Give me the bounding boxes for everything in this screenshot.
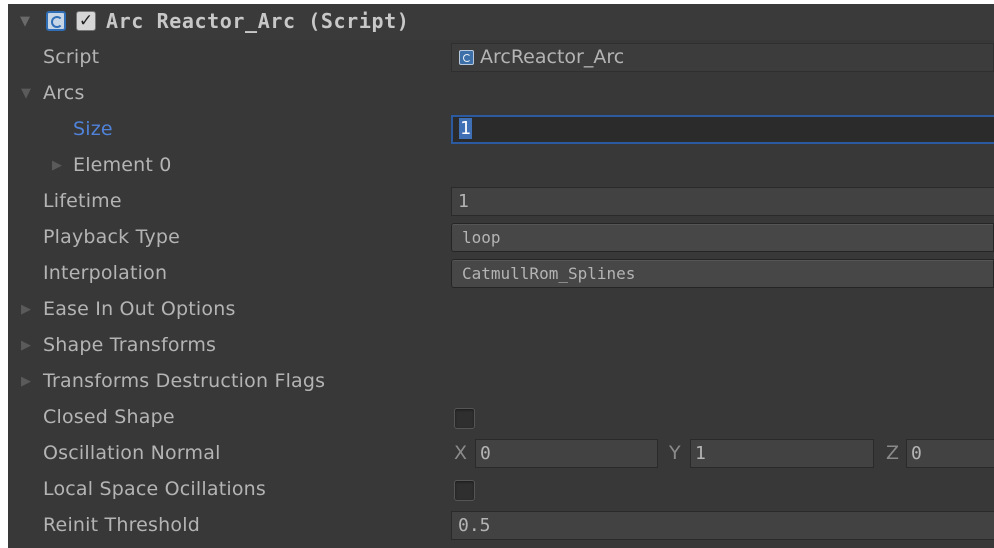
destruction-flags-label[interactable]: Transforms Destruction Flags (43, 370, 325, 392)
shape-transforms-label[interactable]: Shape Transforms (43, 334, 216, 356)
closed-shape-checkbox[interactable] (454, 408, 475, 429)
script-object-field[interactable]: ArcReactor_Arc (451, 43, 994, 72)
arcs-foldout-icon[interactable]: ▼ (21, 85, 35, 103)
row-lifetime: Lifetime 1 (8, 184, 994, 220)
arcs-label[interactable]: Arcs (43, 82, 85, 104)
oscillation-x-input[interactable]: 0 (475, 439, 658, 468)
component-enabled-checkbox[interactable]: ✓ (76, 11, 96, 31)
script-icon (46, 11, 66, 31)
destruction-flags-foldout-icon[interactable]: ▶ (21, 373, 35, 391)
row-reinit-threshold: Reinit Threshold 0.5 (8, 508, 994, 544)
size-input[interactable]: 1 (451, 115, 994, 144)
row-arcs[interactable]: ▼ Arcs (8, 76, 994, 112)
element-0-foldout-icon[interactable]: ▶ (52, 157, 66, 175)
component-title: Arc Reactor_Arc (Script) (106, 9, 410, 33)
oscillation-z-input[interactable]: 0 (906, 439, 994, 468)
ease-foldout-icon[interactable]: ▶ (21, 301, 35, 319)
oscillation-x-label: X (454, 442, 468, 464)
closed-shape-label: Closed Shape (43, 406, 175, 428)
row-destruction-flags[interactable]: ▶ Transforms Destruction Flags (8, 364, 994, 400)
lifetime-label: Lifetime (43, 190, 122, 212)
interpolation-label: Interpolation (43, 262, 168, 284)
component-header[interactable]: ▼ ✓ Arc Reactor_Arc (Script) (8, 4, 994, 40)
row-oscillation-normal: Oscillation Normal X 0 Y 1 Z 0 (8, 436, 994, 472)
playback-type-dropdown[interactable]: loop (451, 223, 994, 252)
row-closed-shape: Closed Shape (8, 400, 994, 436)
row-local-space: Local Space Ocillations (8, 472, 994, 508)
inspector-panel: ▼ ✓ Arc Reactor_Arc (Script) Script ArcR… (8, 4, 994, 548)
playback-type-label: Playback Type (43, 226, 181, 248)
oscillation-normal-label: Oscillation Normal (43, 442, 221, 464)
size-input-value: 1 (459, 118, 472, 139)
row-script: Script ArcReactor_Arc (8, 40, 994, 76)
row-interpolation: Interpolation CatmullRom_Splines (8, 256, 994, 292)
oscillation-y-label: Y (669, 442, 681, 464)
oscillation-z-label: Z (886, 442, 900, 464)
row-element-0[interactable]: ▶ Element 0 (8, 148, 994, 184)
script-label: Script (43, 46, 100, 68)
ease-label[interactable]: Ease In Out Options (43, 298, 236, 320)
element-0-label[interactable]: Element 0 (73, 154, 172, 176)
row-ease-in-out[interactable]: ▶ Ease In Out Options (8, 292, 994, 328)
reinit-threshold-label: Reinit Threshold (43, 514, 200, 536)
row-playback-type: Playback Type loop (8, 220, 994, 256)
row-shape-transforms[interactable]: ▶ Shape Transforms (8, 328, 994, 364)
oscillation-y-input[interactable]: 1 (690, 439, 874, 468)
reinit-threshold-input[interactable]: 0.5 (451, 511, 994, 540)
row-size: Size 1 (8, 112, 994, 148)
shape-transforms-foldout-icon[interactable]: ▶ (21, 337, 35, 355)
interpolation-dropdown[interactable]: CatmullRom_Splines (451, 259, 994, 288)
foldout-arrow-icon[interactable]: ▼ (20, 14, 30, 29)
local-space-checkbox[interactable] (454, 480, 475, 501)
lifetime-input[interactable]: 1 (451, 187, 994, 216)
local-space-label: Local Space Ocillations (43, 478, 266, 500)
size-label: Size (73, 118, 113, 140)
script-object-value: ArcReactor_Arc (480, 46, 625, 68)
script-asset-icon (459, 50, 474, 65)
